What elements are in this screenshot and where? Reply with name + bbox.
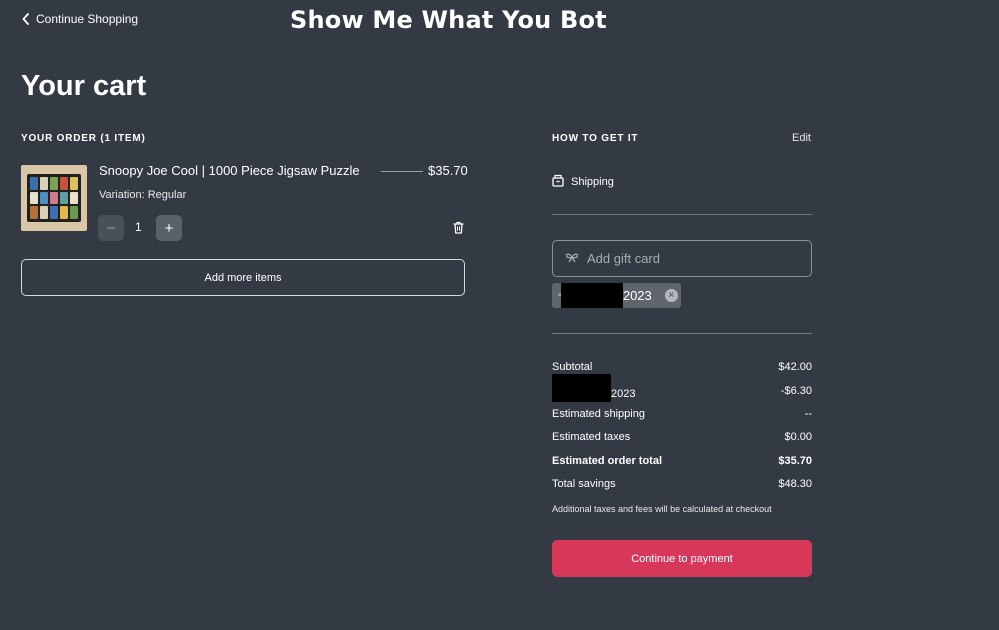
summary-row-savings: Total savings $48.30 — [552, 478, 812, 490]
product-thumbnail[interactable] — [21, 165, 87, 231]
brand-title: Show Me What You Bot — [290, 6, 607, 34]
edit-delivery-link[interactable]: Edit — [792, 132, 811, 144]
continue-to-payment-button[interactable]: Continue to payment — [552, 540, 812, 577]
gift-card-field[interactable] — [552, 240, 812, 277]
summary-label: Estimated order total — [552, 455, 663, 467]
item-name[interactable]: Snoopy Joe Cool | 1000 Piece Jigsaw Puzz… — [99, 163, 360, 178]
summary-value: -- — [804, 408, 812, 420]
gift-card-input[interactable] — [587, 251, 787, 266]
summary-label: Subtotal — [552, 361, 593, 373]
shipping-box-icon — [552, 174, 564, 190]
continue-shopping-link[interactable]: Continue Shopping — [22, 12, 138, 26]
shipping-label: Shipping — [571, 176, 614, 188]
summary-label: Estimated shipping — [552, 408, 645, 420]
summary-row-taxes: Estimated taxes $0.00 — [552, 431, 812, 443]
item-price: $35.70 — [428, 163, 468, 178]
summary-value: $0.00 — [784, 431, 812, 443]
delivery-heading: HOW TO GET IT — [552, 133, 639, 144]
continue-shopping-label: Continue Shopping — [36, 12, 139, 26]
increase-quantity-button[interactable]: + — [156, 215, 182, 241]
price-divider — [381, 171, 423, 172]
summary-row-subtotal: Subtotal $42.00 — [552, 361, 812, 373]
item-variation: Variation: Regular — [99, 189, 187, 201]
quantity-value: 1 — [135, 220, 142, 234]
page-title: Your cart — [21, 70, 147, 102]
puzzle-box-image — [27, 174, 81, 222]
summary-value: -$6.30 — [780, 385, 812, 397]
redacted-code — [560, 283, 623, 308]
applied-discount-chip: < 2023 × — [552, 283, 681, 308]
order-heading: YOUR ORDER (1 ITEM) — [21, 133, 146, 144]
section-divider — [552, 214, 812, 215]
checkout-note: Additional taxes and fees will be calcul… — [552, 504, 772, 514]
trash-icon[interactable] — [453, 221, 464, 239]
summary-row-shipping: Estimated shipping -- — [552, 408, 812, 420]
chevron-left-icon — [22, 13, 30, 25]
summary-row-discount: 2023 -$6.30 — [552, 374, 812, 402]
discount-code-text: 2023 — [622, 288, 652, 303]
gift-ribbon-icon — [565, 251, 579, 266]
shipping-option[interactable]: Shipping — [552, 174, 614, 190]
remove-discount-icon[interactable]: × — [664, 289, 678, 302]
summary-label: Estimated taxes — [552, 431, 631, 443]
redacted-discount-name — [552, 374, 611, 402]
summary-label: Total savings — [552, 478, 616, 490]
summary-value: $35.70 — [778, 455, 812, 467]
summary-label: 2023 — [611, 387, 636, 400]
add-more-items-button[interactable]: Add more items — [21, 259, 465, 296]
decrease-quantity-button[interactable]: − — [98, 215, 124, 241]
summary-value: $42.00 — [778, 361, 812, 373]
summary-value: $48.30 — [778, 478, 812, 490]
summary-row-total: Estimated order total $35.70 — [552, 455, 812, 467]
section-divider — [552, 333, 812, 334]
